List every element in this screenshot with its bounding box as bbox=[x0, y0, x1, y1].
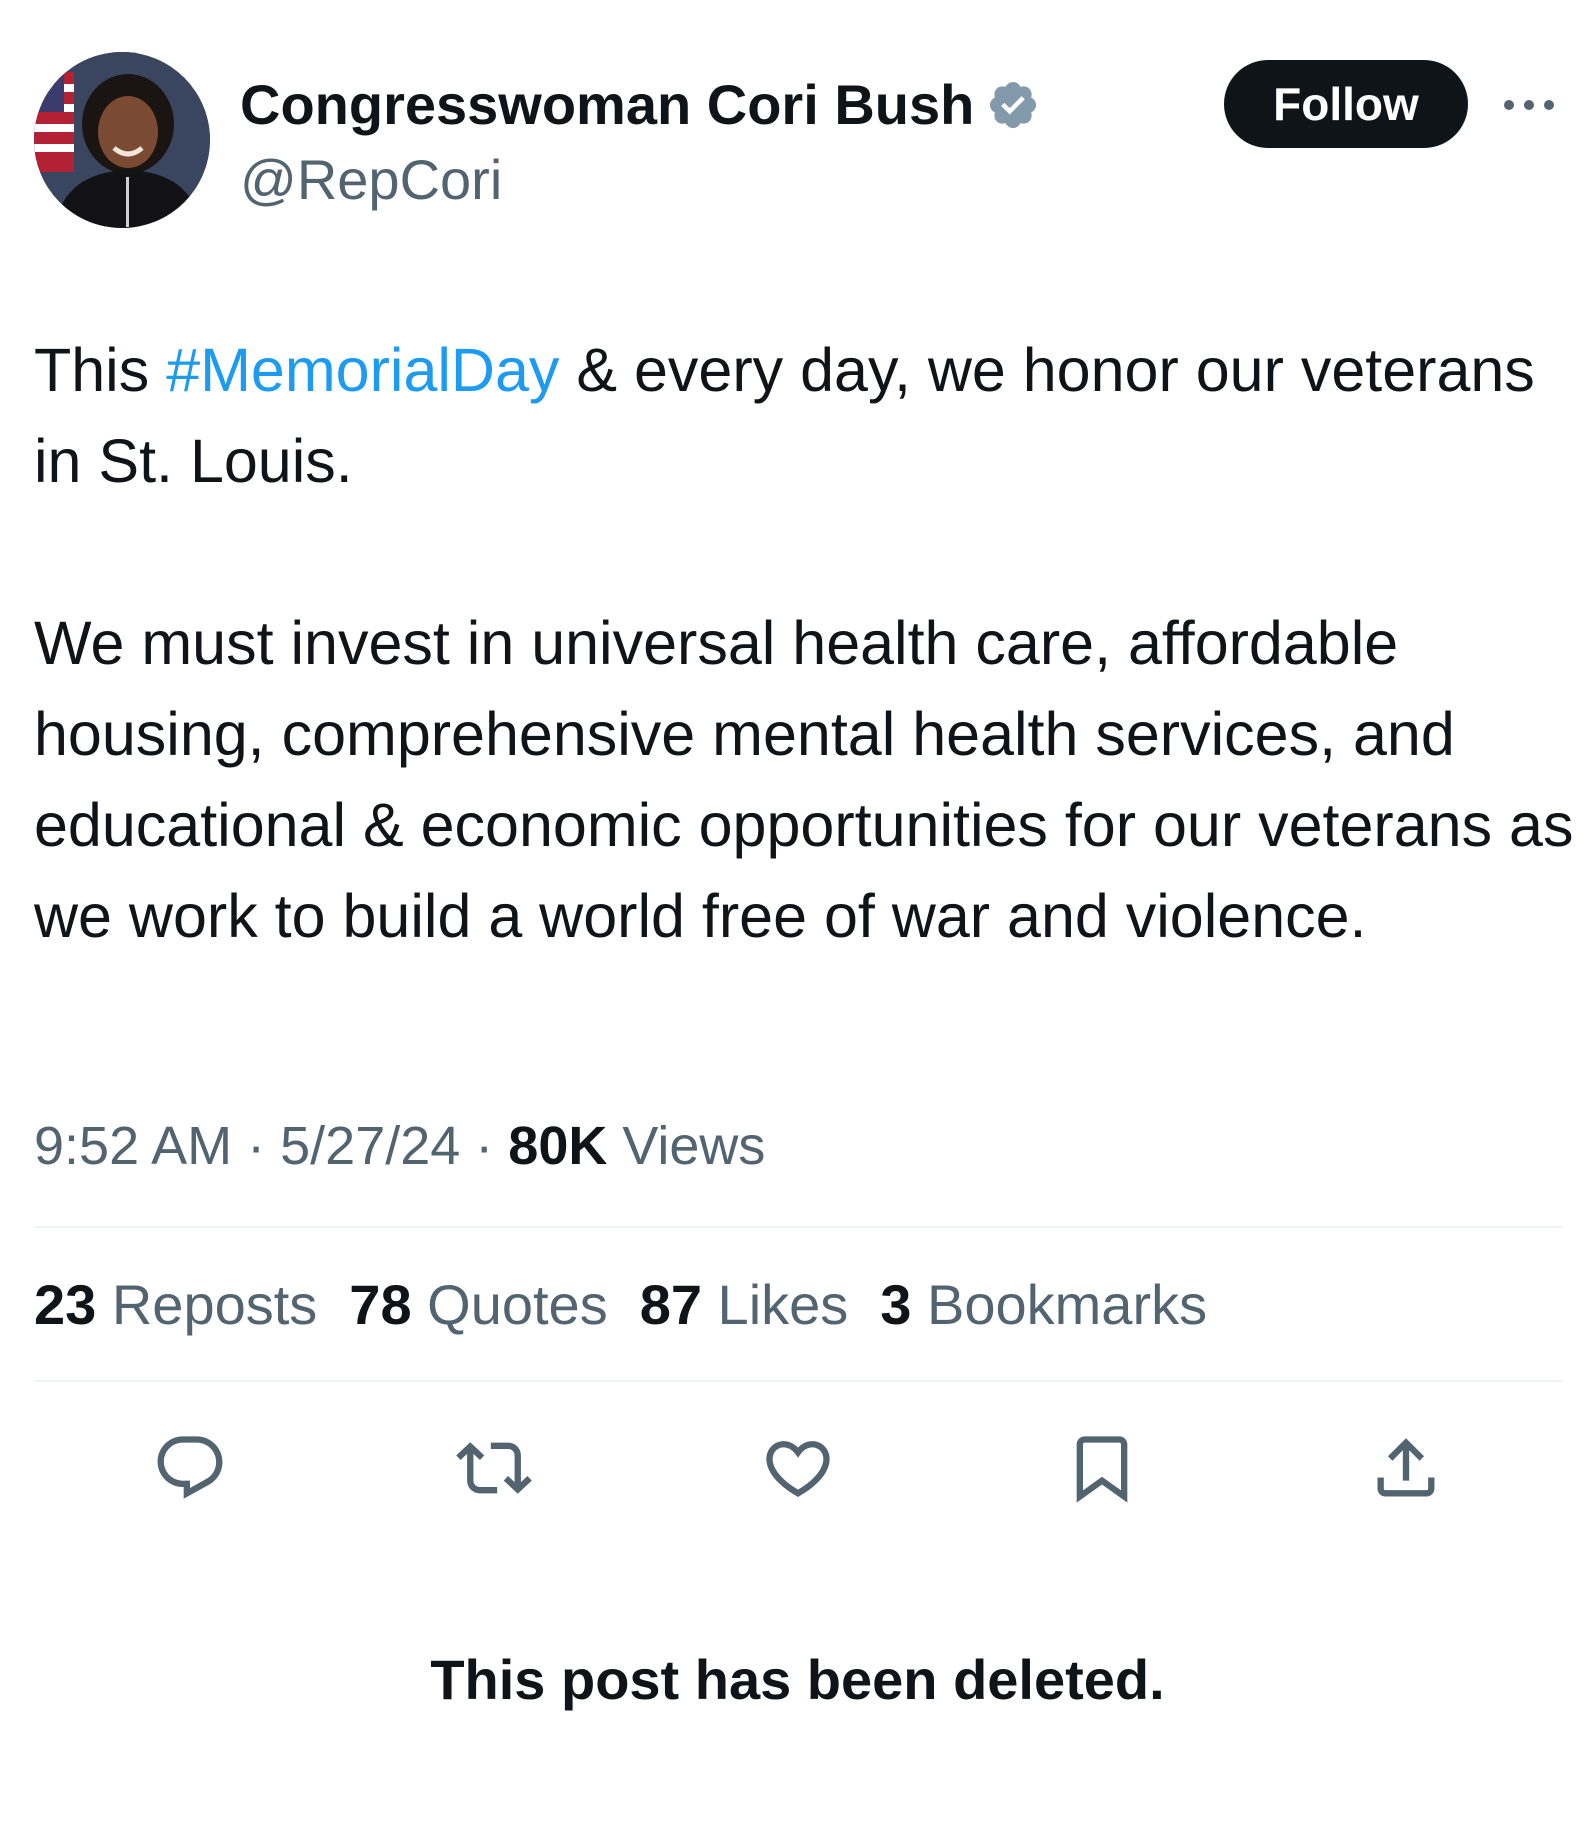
reposts-stat[interactable]: 23 Reposts bbox=[34, 1270, 317, 1340]
views-count: 80K bbox=[508, 1116, 608, 1176]
avatar[interactable] bbox=[34, 52, 210, 228]
post-date[interactable]: 5/27/24 bbox=[280, 1116, 460, 1176]
heart-icon bbox=[766, 1441, 830, 1498]
views-label: Views bbox=[607, 1116, 766, 1176]
profile-photo bbox=[34, 52, 210, 228]
handle[interactable]: @RepCori bbox=[240, 145, 502, 215]
follow-button[interactable]: Follow bbox=[1224, 60, 1468, 148]
meta-separator: · bbox=[460, 1116, 509, 1176]
bookmark-button[interactable] bbox=[1064, 1430, 1140, 1506]
reply-button[interactable] bbox=[152, 1430, 228, 1506]
reposts-count: 23 bbox=[34, 1273, 97, 1336]
likes-count: 87 bbox=[639, 1273, 702, 1336]
repost-icon bbox=[456, 1442, 532, 1494]
like-button[interactable] bbox=[760, 1430, 836, 1506]
verified-badge-icon[interactable] bbox=[986, 78, 1040, 132]
tweet-text: This #MemorialDay & every day, we honor … bbox=[34, 325, 1574, 962]
display-name[interactable]: Congresswoman Cori Bush bbox=[240, 70, 974, 140]
tweet-text-segment: This bbox=[34, 336, 167, 404]
quotes-count: 78 bbox=[349, 1273, 412, 1336]
divider bbox=[34, 1380, 1562, 1382]
bookmarks-label: Bookmarks bbox=[911, 1273, 1208, 1336]
share-icon bbox=[1377, 1438, 1435, 1497]
bookmarks-stat[interactable]: 3 Bookmarks bbox=[880, 1270, 1207, 1340]
reply-icon bbox=[157, 1436, 223, 1499]
quotes-stat[interactable]: 78 Quotes bbox=[349, 1270, 607, 1340]
engagement-stats: 23 Reposts 78 Quotes 87 Likes 3 Bookmark… bbox=[34, 1270, 1239, 1340]
repost-button[interactable] bbox=[456, 1430, 532, 1506]
more-options-icon[interactable] bbox=[1500, 90, 1558, 120]
share-button[interactable] bbox=[1368, 1430, 1444, 1506]
quotes-label: Quotes bbox=[411, 1273, 608, 1336]
hashtag-link[interactable]: #MemorialDay bbox=[166, 336, 559, 404]
author-name-row[interactable]: Congresswoman Cori Bush bbox=[240, 70, 1040, 140]
likes-label: Likes bbox=[702, 1273, 849, 1336]
likes-stat[interactable]: 87 Likes bbox=[640, 1270, 849, 1340]
bookmark-icon bbox=[1076, 1436, 1128, 1503]
bookmarks-count: 3 bbox=[880, 1273, 912, 1336]
divider bbox=[34, 1226, 1562, 1228]
tweet-paragraph-1: This #MemorialDay & every day, we honor … bbox=[34, 325, 1574, 507]
post: Congresswoman Cori Bush @RepCori Follow … bbox=[0, 0, 1595, 1826]
post-time[interactable]: 9:52 AM bbox=[34, 1116, 232, 1176]
tweet-paragraph-2: We must invest in universal health care,… bbox=[34, 609, 1574, 950]
meta-separator: · bbox=[232, 1116, 281, 1176]
deleted-post-notice: This post has been deleted. bbox=[430, 1648, 1165, 1711]
reposts-label: Reposts bbox=[96, 1273, 318, 1336]
post-meta: 9:52 AM · 5/27/24 · 80K Views bbox=[34, 1112, 765, 1180]
